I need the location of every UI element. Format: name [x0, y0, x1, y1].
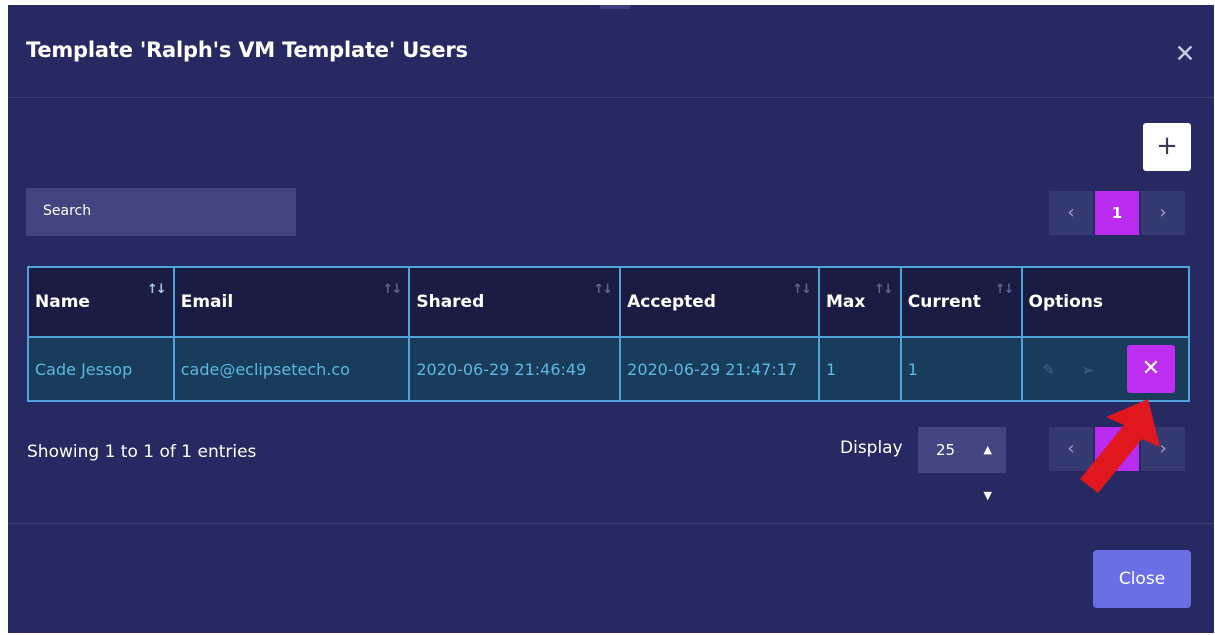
column-header-options: Options — [1020, 266, 1191, 338]
prev-page-button[interactable]: ‹ — [1049, 191, 1093, 235]
cell-max: 1 — [818, 336, 902, 402]
delete-icon: ✕ — [1141, 356, 1161, 381]
send-icon[interactable]: ➢ — [1082, 361, 1102, 379]
column-header-shared[interactable]: Shared ↑↓ — [408, 266, 622, 338]
close-button[interactable]: Close — [1093, 550, 1191, 608]
cell-accepted: 2020-06-29 21:47:17 — [619, 336, 821, 402]
users-table: Name ↑↓ Email ↑↓ Shared ↑↓ Accepted ↑↓ Max ↑↓… — [27, 266, 1191, 402]
modal-title: Template 'Ralph's VM Template' Users — [26, 38, 468, 62]
cell-shared: 2020-06-29 21:46:49 — [408, 336, 622, 402]
cell-options: ✎ ➢ ✕ — [1020, 336, 1191, 402]
column-header-accepted[interactable]: Accepted ↑↓ — [619, 266, 821, 338]
column-header-email[interactable]: Email ↑↓ — [172, 266, 411, 338]
page-size-value: 25 — [936, 441, 956, 459]
search-input[interactable]: Search — [26, 188, 296, 236]
select-caret-icon: ▲ ▼ — [983, 443, 992, 502]
column-header-current[interactable]: Current ↑↓ — [899, 266, 1023, 338]
sort-icon: ↑↓ — [146, 282, 167, 297]
entries-info: Showing 1 to 1 of 1 entries — [27, 442, 257, 462]
page-size-select[interactable]: 25 ▲ ▼ — [918, 427, 1006, 502]
modal-header: Template 'Ralph's VM Template' Users ✕ — [8, 5, 1214, 98]
delete-button[interactable]: ✕ — [1127, 345, 1175, 393]
column-header-max[interactable]: Max ↑↓ — [818, 266, 902, 338]
add-user-button[interactable]: + — [1143, 123, 1191, 171]
sort-icon: ↑↓ — [994, 282, 1015, 297]
cell-name: Cade Jessop — [27, 336, 175, 402]
plus-icon: + — [1156, 131, 1178, 161]
column-header-name[interactable]: Name ↑↓ — [27, 266, 175, 338]
next-page-button[interactable]: › — [1141, 191, 1185, 235]
display-label: Display — [840, 438, 903, 458]
sort-icon: ↑↓ — [792, 282, 812, 297]
cell-current: 1 — [899, 336, 1023, 402]
annotation-arrow-icon — [1080, 399, 1160, 493]
edit-icon[interactable]: ✎ — [1043, 361, 1063, 379]
cell-email: cade@eclipsetech.co — [172, 336, 411, 402]
footer-divider — [8, 523, 1214, 524]
sort-icon: ↑↓ — [593, 282, 613, 297]
users-modal: Template 'Ralph's VM Template' Users ✕ +… — [8, 5, 1214, 633]
close-icon[interactable]: ✕ — [1174, 41, 1196, 66]
page-1-button[interactable]: 1 — [1095, 191, 1139, 235]
table-row: Cade Jessop cade@eclipsetech.co 2020-06-… — [27, 336, 1191, 402]
pagination-top: ‹ 1 › — [1047, 191, 1185, 235]
table-header-row: Name ↑↓ Email ↑↓ Shared ↑↓ Accepted ↑↓ Max ↑↓… — [27, 266, 1191, 338]
sort-icon: ↑↓ — [382, 282, 403, 297]
sort-icon: ↑↓ — [874, 282, 894, 297]
